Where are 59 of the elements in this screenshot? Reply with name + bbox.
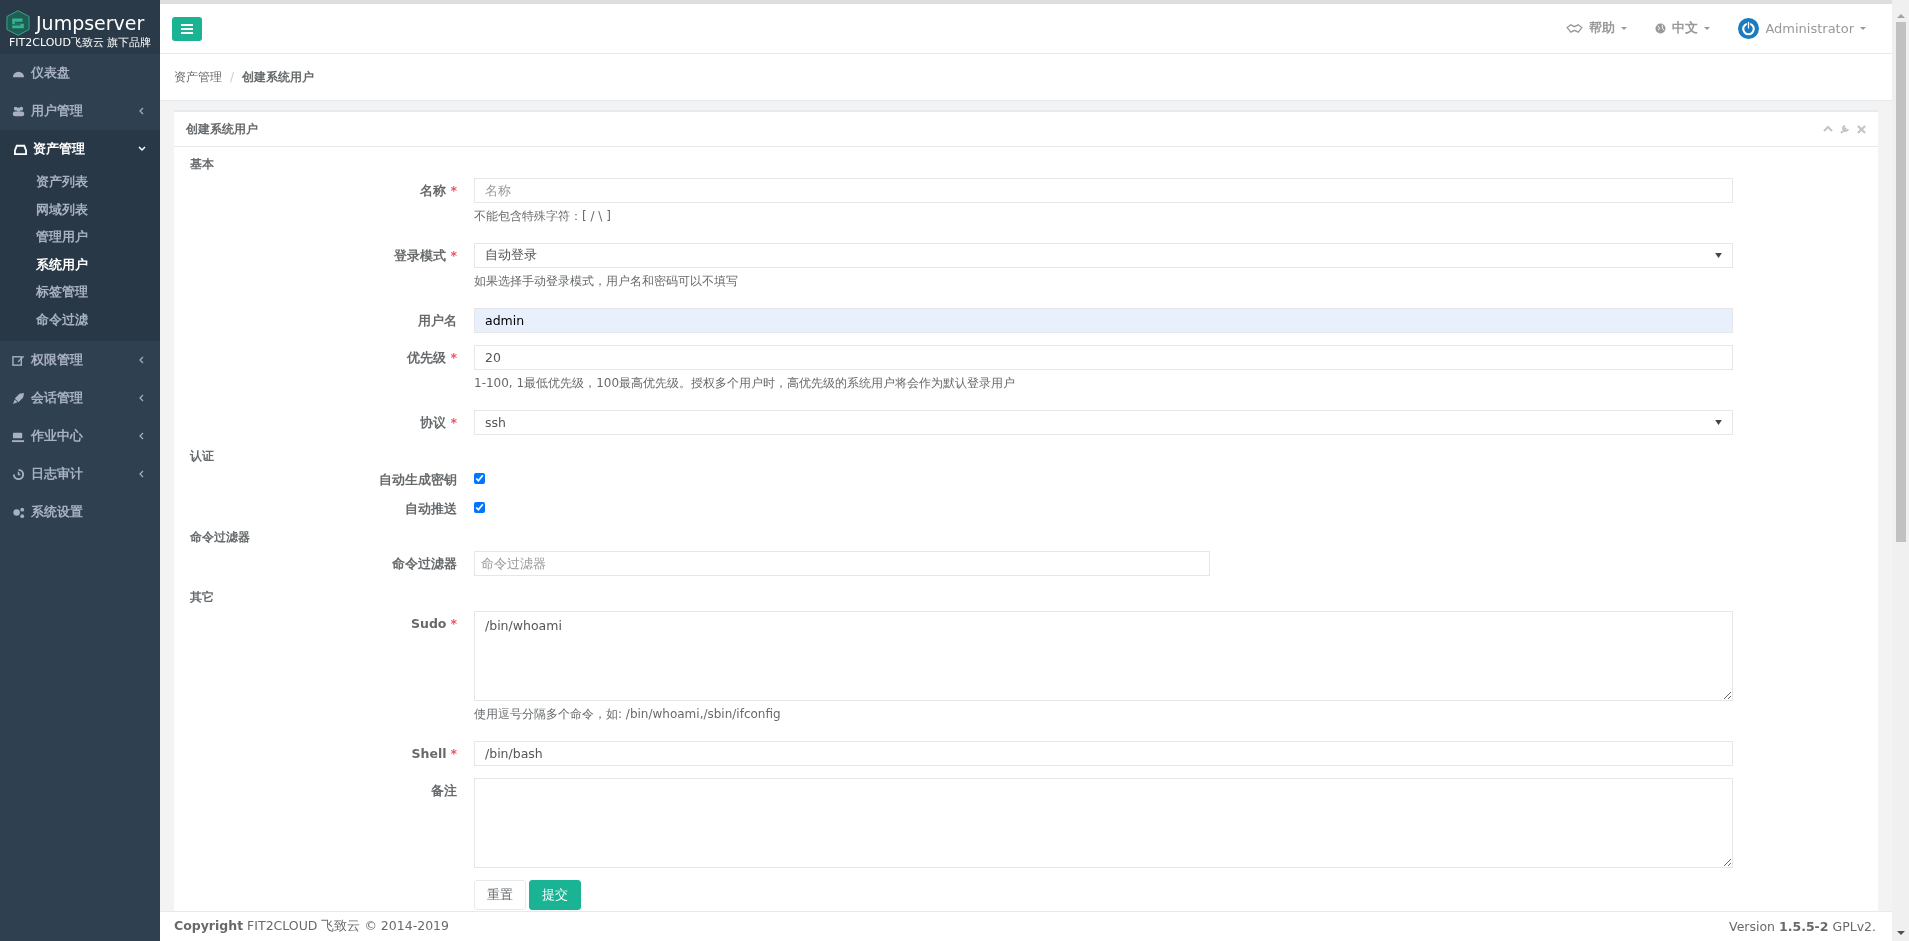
help-menu[interactable]: 帮助 xyxy=(1566,20,1628,37)
field-label: Sudo xyxy=(411,616,447,631)
field-label: 名称 xyxy=(420,183,447,198)
nav-item[interactable]: 会话管理 xyxy=(0,379,160,417)
nav-item[interactable]: 作业中心 xyxy=(0,417,160,455)
field-label: 优先级 xyxy=(407,350,447,365)
nav-item[interactable]: 系统设置 xyxy=(0,493,160,531)
nav-subitem[interactable]: 管理用户 xyxy=(0,223,160,251)
language-menu[interactable]: 中文 xyxy=(1655,20,1711,37)
required-mark: * xyxy=(450,248,457,263)
field-label: 备注 xyxy=(431,783,457,798)
required-mark: * xyxy=(450,183,457,198)
version-text: Version 1.5.5-2 GPLv2. xyxy=(1729,919,1876,934)
nav-subitem[interactable]: 命令过滤 xyxy=(0,305,160,333)
help-text: 使用逗号分隔多个命令，如: /bin/whoami,/sbin/ifconfig xyxy=(474,706,782,723)
field-label: Shell xyxy=(411,746,447,761)
user-menu[interactable]: Administrator xyxy=(1738,18,1866,39)
help-text: 1-100, 1最低优先级，100最高优先级。授权多个用户时，高优先级的系统用户将会作为默认登录用户 xyxy=(474,375,1017,392)
breadcrumb-link[interactable]: 资产管理 xyxy=(174,68,222,86)
reset-button[interactable]: 重置 xyxy=(474,880,526,910)
nav-subitem[interactable]: 标签管理 xyxy=(0,278,160,306)
nav-item[interactable]: 日志审计 xyxy=(0,455,160,493)
tags-field[interactable]: 命令过滤器 xyxy=(474,551,1210,576)
select-field[interactable]: ssh xyxy=(474,410,1733,435)
text-area[interactable]: /bin/whoami xyxy=(474,611,1733,701)
breadcrumb-separator: / xyxy=(230,70,235,84)
select-field[interactable]: 自动登录 xyxy=(474,243,1733,268)
input-field[interactable]: admin xyxy=(474,308,1733,333)
field-label: 用户名 xyxy=(418,313,457,328)
nav-item[interactable]: 资产管理 xyxy=(0,130,160,168)
field-label: 自动生成密钥 xyxy=(379,472,457,487)
help-text: 如果选择手动登录模式，用户名和密码可以不填写 xyxy=(474,273,739,290)
field-label: 自动推送 xyxy=(405,501,457,516)
breadcrumb-current: 创建系统用户 xyxy=(242,68,315,86)
section-title: 命令过滤器 xyxy=(190,529,251,546)
section-title: 基本 xyxy=(190,156,215,173)
panel-title: 创建系统用户 xyxy=(186,120,258,138)
nav-subitem[interactable]: 网域列表 xyxy=(0,195,160,223)
brand-name: Jumpserver xyxy=(36,12,146,34)
nav-item[interactable]: 仪表盘 xyxy=(0,54,160,92)
field-label: 协议 xyxy=(420,415,447,430)
nav-item[interactable]: 用户管理 xyxy=(0,92,160,130)
required-mark: * xyxy=(450,746,457,761)
nav-item[interactable]: 权限管理 xyxy=(0,341,160,379)
section-title: 认证 xyxy=(190,448,215,465)
field-label: 登录模式 xyxy=(394,248,447,263)
section-title: 其它 xyxy=(190,589,215,606)
required-mark: * xyxy=(450,350,457,365)
help-text: 不能包含特殊字符：[ / \ ] xyxy=(474,208,612,225)
input-field[interactable]: /bin/bash xyxy=(474,741,1733,766)
brand-tagline: FIT2CLOUD飞致云 旗下品牌 xyxy=(8,36,153,49)
required-mark: * xyxy=(450,415,457,430)
field-label: 命令过滤器 xyxy=(392,556,457,571)
input-field[interactable]: 名称 xyxy=(474,178,1733,203)
copyright-text: Copyright FIT2CLOUD 飞致云 © 2014-2019 xyxy=(174,918,449,935)
nav-subitem[interactable]: 系统用户 xyxy=(0,250,160,278)
required-mark: * xyxy=(450,616,457,631)
nav-subitem[interactable]: 资产列表 xyxy=(0,168,160,196)
input-field[interactable]: 20 xyxy=(474,345,1733,370)
